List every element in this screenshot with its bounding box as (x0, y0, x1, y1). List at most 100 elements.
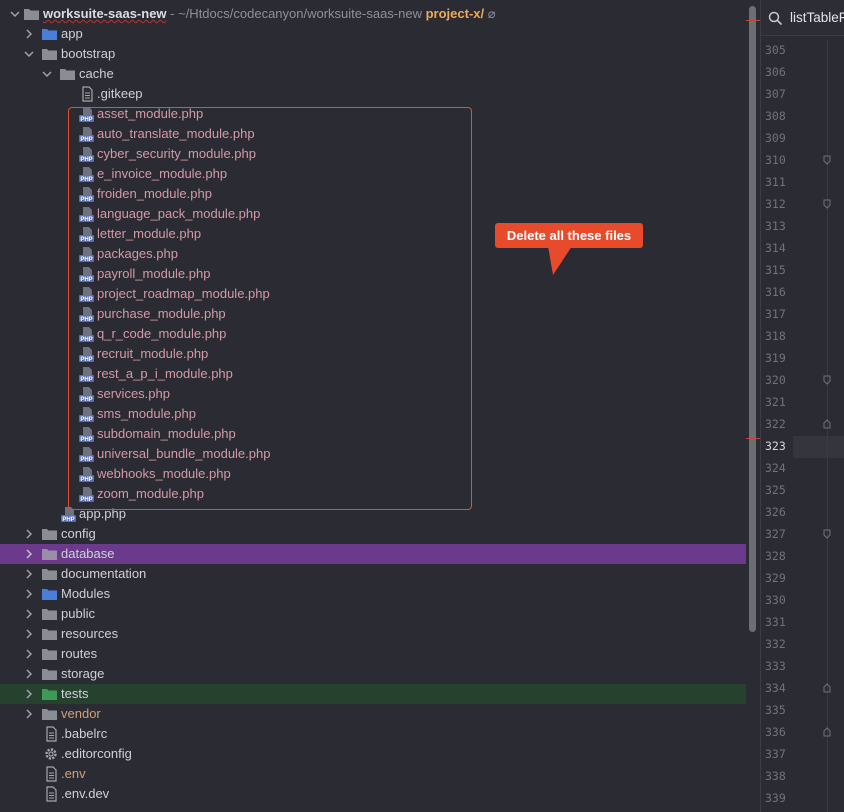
tree-row-public[interactable]: public (0, 604, 746, 624)
tree-row-resources[interactable]: resources (0, 624, 746, 644)
tree-row-cache[interactable]: cache (0, 64, 746, 84)
tree-label: app (61, 26, 83, 41)
tree-row-babelrc[interactable]: .babelrc (0, 724, 746, 744)
php-file-icon: PHP (79, 166, 95, 182)
tree-label: universal_bundle_module.php (97, 446, 271, 461)
line-number: 332 (765, 637, 786, 651)
project-tree-panel: worksuite-saas-new - ~/Htdocs/codecanyon… (0, 0, 760, 812)
tree-row-cache-file[interactable]: PHP auto_translate_module.php (0, 124, 746, 144)
php-file-icon: PHP (79, 346, 95, 362)
chevron-right-icon[interactable] (24, 524, 34, 544)
line-number: 328 (765, 549, 786, 563)
php-file-icon: PHP (79, 426, 95, 442)
chevron-right-icon[interactable] (24, 24, 34, 44)
tree-row-routes[interactable]: routes (0, 644, 746, 664)
root-path: - ~/Htdocs/codecanyon/worksuite-saas-new (166, 6, 422, 21)
line-number: 320 (765, 373, 786, 387)
tree-row-documentation[interactable]: documentation (0, 564, 746, 584)
tree-label: cache (79, 66, 114, 81)
line-number: 306 (765, 65, 786, 79)
tree-row-cache-file[interactable]: PHP recruit_module.php (0, 344, 746, 364)
folder-icon (42, 548, 57, 560)
scrollbar-thumb[interactable] (749, 6, 756, 632)
chevron-right-icon[interactable] (24, 644, 34, 664)
chevron-down-icon[interactable] (10, 4, 20, 24)
tree-label: vendor (61, 706, 101, 721)
tree-row-cache-file[interactable]: PHP rest_a_p_i_module.php (0, 364, 746, 384)
tree-row-vendor[interactable]: vendor (0, 704, 746, 724)
tree-row-storage[interactable]: storage (0, 664, 746, 684)
tree-row-tests[interactable]: tests (0, 684, 746, 704)
tree-row-cache-file[interactable]: PHP zoom_module.php (0, 484, 746, 504)
editor-tab[interactable]: listTableF (761, 0, 844, 36)
tree-label: resources (61, 626, 119, 641)
editor-panel: listTableF 305 306 307 308 309 310 311 312 313 31… (760, 0, 844, 812)
php-file-icon: PHP (79, 286, 95, 302)
line-number: 318 (765, 329, 786, 343)
line-number: 321 (765, 395, 786, 409)
line-number: 330 (765, 593, 786, 607)
git-branch: project-x/ (425, 6, 485, 21)
tree-row-cache-file[interactable]: PHP subdomain_module.php (0, 424, 746, 444)
fold-marker-icon[interactable] (823, 727, 831, 737)
chevron-right-icon[interactable] (24, 664, 34, 684)
php-file-icon: PHP (79, 446, 95, 462)
line-number: 312 (765, 197, 786, 211)
chevron-right-icon[interactable] (24, 704, 34, 724)
tree-label: .editorconfig (61, 746, 132, 761)
tree-row-cache-file[interactable]: PHP project_roadmap_module.php (0, 284, 746, 304)
tree-row-cache-file[interactable]: PHP asset_module.php (0, 104, 746, 124)
fold-marker-icon[interactable] (823, 419, 831, 429)
tree-row-env-dev[interactable]: .env.dev (0, 784, 746, 804)
svg-text:PHP: PHP (80, 157, 92, 162)
chevron-down-icon[interactable] (24, 44, 34, 64)
svg-text:PHP: PHP (80, 437, 92, 442)
tree-row-cache-file[interactable]: PHP universal_bundle_module.php (0, 444, 746, 464)
svg-text:PHP: PHP (80, 337, 92, 342)
line-number: 317 (765, 307, 786, 321)
tree-row-cache-file[interactable]: PHP cyber_security_module.php (0, 144, 746, 164)
chevron-right-icon[interactable] (24, 584, 34, 604)
tree-row-cache-file[interactable]: PHP webhooks_module.php (0, 464, 746, 484)
tree-row-app[interactable]: app (0, 24, 746, 44)
tree-row-cache-file[interactable]: PHP purchase_module.php (0, 304, 746, 324)
svg-text:PHP: PHP (80, 237, 92, 242)
line-number: 305 (765, 43, 786, 57)
tree-row-gitkeep[interactable]: .gitkeep (0, 84, 746, 104)
fold-marker-icon[interactable] (823, 199, 831, 209)
tree-row-cache-file[interactable]: PHP language_pack_module.php (0, 204, 746, 224)
tree-row-app-php[interactable]: PHP app.php (0, 504, 746, 524)
search-icon[interactable] (768, 11, 783, 29)
chevron-right-icon[interactable] (24, 624, 34, 644)
tree-label: .env (61, 766, 86, 781)
chevron-right-icon[interactable] (24, 604, 34, 624)
chevron-right-icon[interactable] (24, 544, 34, 564)
tree-row-root[interactable]: worksuite-saas-new - ~/Htdocs/codecanyon… (0, 4, 746, 24)
tree-row-cache-file[interactable]: PHP q_r_code_module.php (0, 324, 746, 344)
php-file-icon: PHP (79, 226, 95, 242)
tree-label: public (61, 606, 95, 621)
fold-marker-icon[interactable] (823, 155, 831, 165)
fold-marker-icon[interactable] (823, 683, 831, 693)
tree-row-cache-file[interactable]: PHP froiden_module.php (0, 184, 746, 204)
tree-row-cache-file[interactable]: PHP services.php (0, 384, 746, 404)
chevron-down-icon[interactable] (42, 64, 52, 84)
svg-text:PHP: PHP (80, 357, 92, 362)
tree-row-cache-file[interactable]: PHP e_invoice_module.php (0, 164, 746, 184)
chevron-right-icon[interactable] (24, 684, 34, 704)
tree-scrollbar[interactable] (747, 6, 757, 634)
tree-row-cache-file[interactable]: PHP sms_module.php (0, 404, 746, 424)
tree-row-env[interactable]: .env (0, 764, 746, 784)
fold-marker-icon[interactable] (823, 529, 831, 539)
folder-icon (42, 608, 57, 620)
tree-row-config[interactable]: config (0, 524, 746, 544)
tree-row-database[interactable]: database (0, 544, 746, 564)
tree-row-modules[interactable]: Modules (0, 584, 746, 604)
tree-row-bootstrap[interactable]: bootstrap (0, 44, 746, 64)
tree-row-cache-file[interactable]: PHP payroll_module.php (0, 264, 746, 284)
tree-row-editorconfig[interactable]: .editorconfig (0, 744, 746, 764)
fold-marker-icon[interactable] (823, 375, 831, 385)
folder-icon (24, 8, 39, 20)
chevron-right-icon[interactable] (24, 564, 34, 584)
line-number: 309 (765, 131, 786, 145)
